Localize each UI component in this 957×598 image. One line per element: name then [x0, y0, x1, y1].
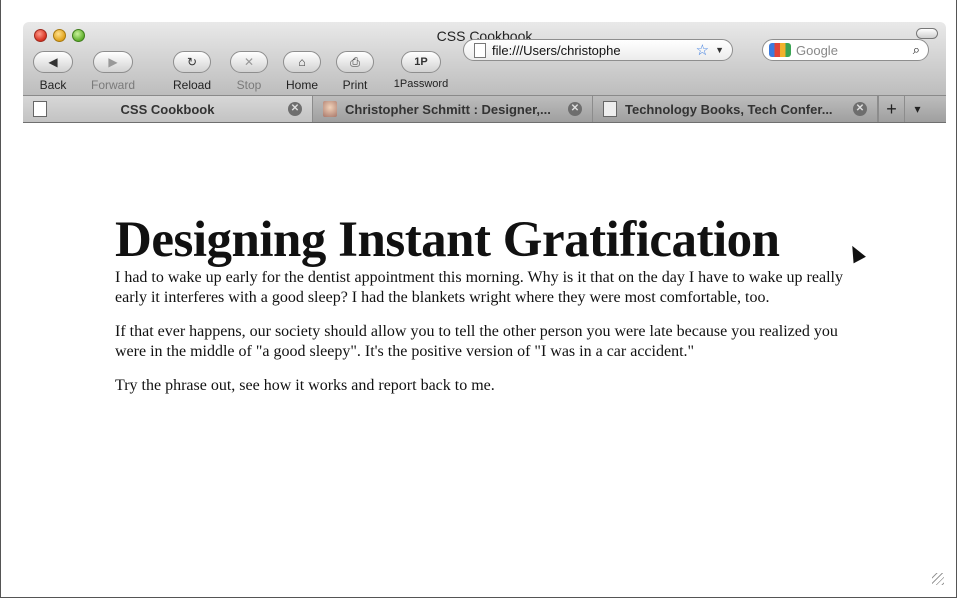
reload-icon: ↻ [186, 55, 198, 69]
url-text: file:///Users/christophe [492, 42, 621, 58]
back-arrow-icon: ◀ [48, 55, 58, 69]
bookmark-star-icon[interactable]: ☆ [696, 41, 709, 59]
tab-css-cookbook[interactable]: CSS Cookbook ✕ [23, 96, 313, 122]
page-content: Designing Instant Gratification I had to… [115, 212, 855, 410]
paragraph-1: I had to wake up early for the dentist a… [115, 269, 843, 306]
onepassword-button[interactable]: 1P [401, 51, 441, 73]
search-magnifier-icon[interactable]: ⌕ [913, 42, 928, 58]
print-label: Print [342, 78, 368, 92]
back-label: Back [39, 78, 67, 92]
tab-title: Christopher Schmitt : Designer,... [345, 101, 551, 117]
paragraph-2: If that ever happens, our society should… [115, 323, 838, 360]
portrait-icon [323, 101, 337, 117]
home-icon: ⌂ [298, 55, 306, 69]
stop-label: Stop [236, 78, 262, 92]
page-document-icon [474, 42, 486, 58]
search-placeholder: Google [796, 42, 838, 58]
tab-title: Technology Books, Tech Confer... [625, 101, 833, 117]
browser-window: CSS Cookbook ◀ Back ▶ Forward ↻ Reload ✕… [0, 0, 957, 598]
print-button[interactable]: ⎙ [336, 51, 374, 73]
onepassword-label: 1Password [393, 78, 449, 90]
reload-button[interactable]: ↻ [173, 51, 211, 73]
forward-label: Forward [90, 78, 135, 92]
printer-icon: ⎙ [350, 54, 360, 69]
tab-bar: CSS Cookbook ✕ Christopher Schmitt : Des… [23, 96, 946, 123]
window-resize-grip[interactable] [932, 573, 944, 585]
tab-christopher-schmitt[interactable]: Christopher Schmitt : Designer,... ✕ [313, 96, 593, 122]
page-heading: Designing Instant Gratification [115, 212, 780, 268]
tab-close-icon[interactable]: ✕ [288, 102, 302, 116]
google-logo-icon[interactable] [769, 43, 791, 57]
document-icon [33, 101, 47, 117]
tab-close-icon[interactable]: ✕ [568, 102, 582, 116]
forward-button[interactable]: ▶ [93, 51, 133, 73]
tab-close-icon[interactable]: ✕ [853, 102, 867, 116]
new-tab-button[interactable]: + [878, 96, 904, 122]
onepassword-icon: 1P [414, 56, 428, 68]
search-field[interactable]: Google ⌕ [762, 39, 929, 61]
home-button[interactable]: ⌂ [283, 51, 321, 73]
forward-arrow-icon: ▶ [108, 55, 118, 69]
reload-label: Reload [172, 78, 212, 92]
stop-x-icon: ✕ [243, 55, 255, 69]
oreilly-icon [603, 101, 617, 117]
stop-button[interactable]: ✕ [230, 51, 268, 73]
toolbar-toggle-button[interactable] [916, 28, 938, 39]
url-history-dropdown-icon[interactable]: ▼ [715, 45, 732, 55]
tab-title: CSS Cookbook [120, 101, 215, 117]
address-bar[interactable]: file:///Users/christophe ☆ ▼ [463, 39, 733, 61]
tab-list-icon: ▾ [914, 102, 921, 116]
plus-icon: + [886, 98, 897, 119]
tab-list-button[interactable]: ▾ [904, 96, 930, 122]
back-button[interactable]: ◀ [33, 51, 73, 73]
home-label: Home [285, 78, 318, 92]
tab-technology-books[interactable]: Technology Books, Tech Confer... ✕ [593, 96, 878, 122]
paragraph-3: Try the phrase out, see how it works and… [115, 377, 495, 394]
